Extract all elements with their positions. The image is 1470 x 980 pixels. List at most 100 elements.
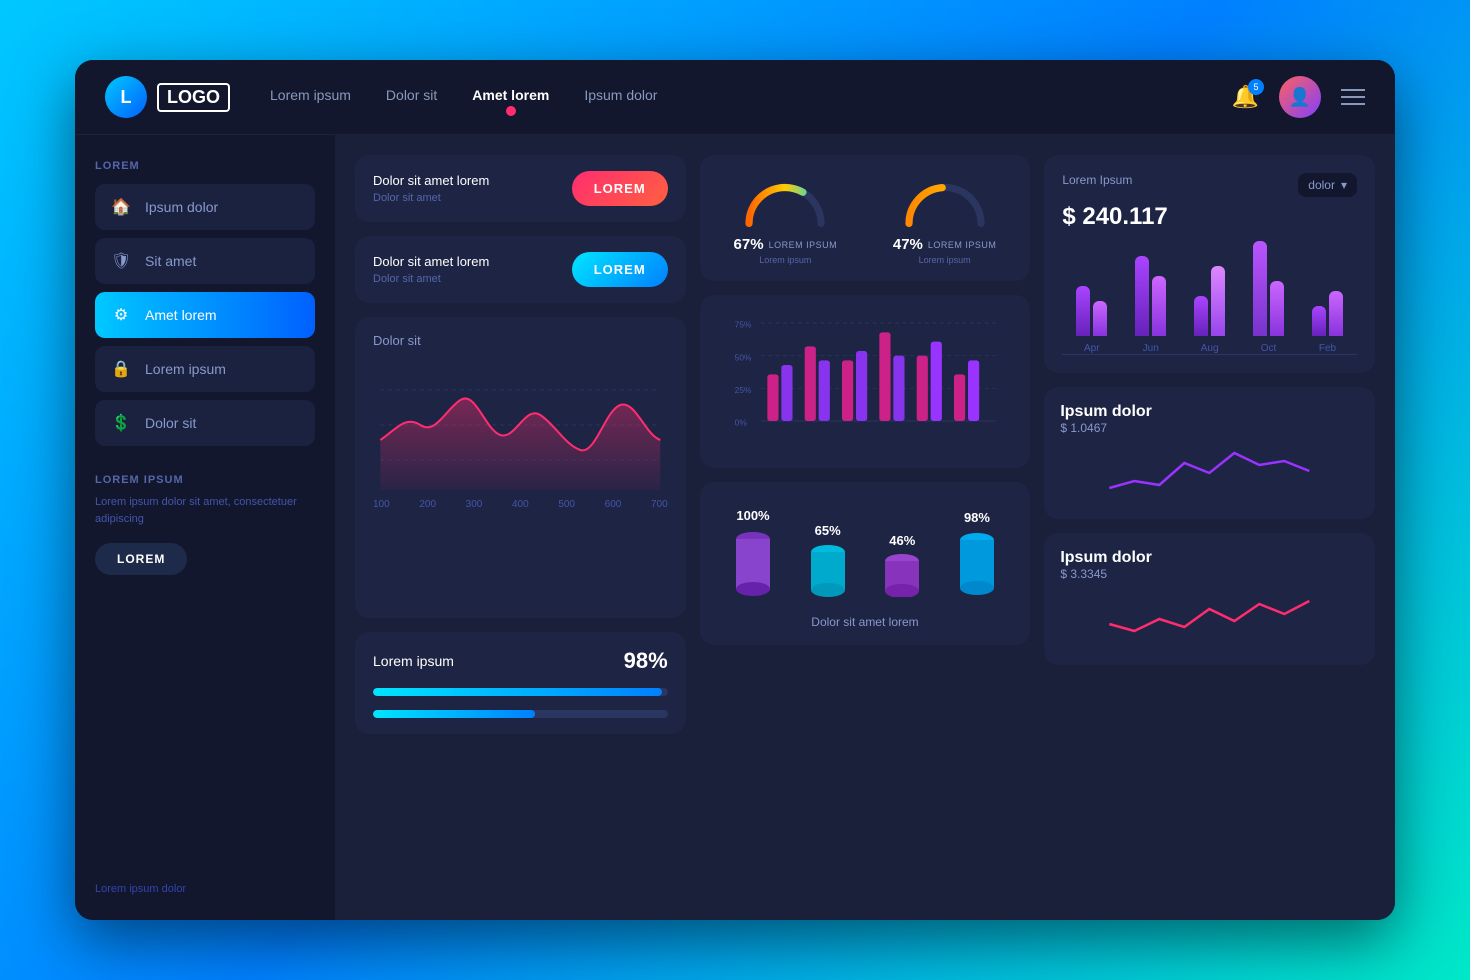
cylinder-item-1: 100%: [734, 508, 772, 597]
gear-icon: ⚙: [111, 305, 131, 325]
nav-link-dolor-sit[interactable]: Dolor sit: [386, 87, 437, 108]
sidebar-lower-desc: Lorem ipsum dolor sit amet, consectetuer…: [95, 494, 315, 527]
vbar-label-feb: Feb: [1319, 343, 1336, 354]
action-card-2-sub: Dolor sit amet: [373, 273, 489, 285]
gauge-card: 67% LOREM IPSUM Lorem ipsum: [700, 155, 1031, 281]
user-avatar[interactable]: 👤: [1279, 76, 1321, 118]
mini-line-header-1: Ipsum dolor $ 1.0467: [1060, 403, 1359, 435]
avatar-icon: 👤: [1289, 87, 1311, 108]
x-label-200: 200: [419, 499, 436, 510]
vbar-feb-1: [1312, 306, 1326, 336]
gauge-item-2: 47% LOREM IPSUM Lorem ipsum: [893, 171, 997, 265]
sidebar-item-dolor-sit[interactable]: 💲 Dolor sit: [95, 400, 315, 446]
column-1: Dolor sit amet lorem Dolor sit amet LORE…: [355, 155, 686, 734]
progress-card: Lorem ipsum 98%: [355, 632, 686, 734]
home-icon: 🏠: [111, 197, 131, 217]
cylinder-card-title: Dolor sit amet lorem: [716, 615, 1015, 629]
action-card-1: Dolor sit amet lorem Dolor sit amet LORE…: [355, 155, 686, 222]
vbar-label-oct: Oct: [1261, 343, 1277, 354]
sidebar-items: 🏠 Ipsum dolor 🛡 Sit amet ⚙ Amet lorem 🔒 …: [95, 184, 315, 446]
action-card-2-button[interactable]: LOREM: [572, 252, 668, 287]
mini-line-value-1: $ 1.0467: [1060, 421, 1359, 435]
cylinder-svg-3: [883, 552, 921, 597]
menu-line-3: [1341, 103, 1365, 105]
nav-link-lorem-ipsum[interactable]: Lorem ipsum: [270, 87, 351, 108]
cylinder-pct-4: 98%: [964, 510, 990, 525]
action-card-1-button[interactable]: LOREM: [572, 171, 668, 206]
logo-area: L LOGO: [105, 76, 230, 118]
sidebar-item-amet-lorem[interactable]: ⚙ Amet lorem: [95, 292, 315, 338]
nav-link-amet-lorem[interactable]: Amet lorem: [472, 87, 549, 108]
nav-links: Lorem ipsum Dolor sit Amet lorem Ipsum d…: [270, 87, 1232, 108]
progress-bar-1: [373, 688, 668, 696]
x-label-700: 700: [651, 499, 668, 510]
notification-bell[interactable]: 🔔 5: [1232, 84, 1259, 110]
cylinder-card: 100% 65%: [700, 482, 1031, 645]
x-label-300: 300: [466, 499, 483, 510]
gauge-2-label: LOREM IPSUM: [928, 240, 997, 250]
sidebar-item-lorem-ipsum[interactable]: 🔒 Lorem ipsum: [95, 346, 315, 392]
mini-line-title-1: Ipsum dolor: [1060, 403, 1359, 421]
progress-header: Lorem ipsum 98%: [373, 648, 668, 674]
bar-chart-svg: 75% 50% 25% 0%: [714, 309, 1017, 449]
gauge-svg-1: [740, 171, 830, 231]
sidebar-item-sit-amet[interactable]: 🛡 Sit amet: [95, 238, 315, 284]
gauge-1-sub: Lorem ipsum: [734, 255, 838, 265]
action-card-1-title: Dolor sit amet lorem: [373, 173, 489, 188]
sidebar-lower: LOREM IPSUM Lorem ipsum dolor sit amet, …: [95, 474, 315, 575]
menu-line-1: [1341, 89, 1365, 91]
progress-title: Lorem ipsum: [373, 653, 454, 669]
vbar-group-feb: Feb: [1312, 236, 1343, 354]
sidebar-item-label: Lorem ipsum: [145, 361, 226, 377]
progress-bar-fill-1: [373, 688, 662, 696]
progress-bar-2: [373, 710, 668, 718]
dollar-icon: 💲: [111, 413, 131, 433]
stats-value: $ 240.117: [1062, 203, 1357, 231]
shield-icon: 🛡: [111, 251, 131, 271]
line-chart-card: Dolor sit: [355, 317, 686, 618]
mini-line-header-2: Ipsum dolor $ 3.3345: [1060, 549, 1359, 581]
x-label-400: 400: [512, 499, 529, 510]
main-content: Dolor sit amet lorem Dolor sit amet LORE…: [335, 135, 1395, 920]
logo-text: LOGO: [157, 83, 230, 112]
sidebar-item-label: Amet lorem: [145, 307, 217, 323]
cylinder-item-4: 98%: [958, 510, 996, 597]
stats-card: Lorem Ipsum dolor ▾ $ 240.117: [1044, 155, 1375, 373]
cylinder-item-2: 65%: [809, 523, 847, 597]
vbar-label-aug: Aug: [1201, 343, 1219, 354]
x-label-100: 100: [373, 499, 390, 510]
chevron-down-icon: ▾: [1341, 178, 1347, 192]
x-label-600: 600: [605, 499, 622, 510]
action-card-2: Dolor sit amet lorem Dolor sit amet LORE…: [355, 236, 686, 303]
progress-bar-fill-2: [373, 710, 535, 718]
mini-line-value-2: $ 3.3345: [1060, 567, 1359, 581]
action-card-1-sub: Dolor sit amet: [373, 192, 489, 204]
gauge-1-label: LOREM IPSUM: [769, 240, 838, 250]
cylinder-pct-3: 46%: [889, 533, 915, 548]
cylinder-pct-1: 100%: [736, 508, 769, 523]
vertical-bar-chart: Apr Jun: [1062, 245, 1357, 355]
sidebar-lower-button[interactable]: LOREM: [95, 543, 187, 575]
cylinder-chart: 100% 65%: [716, 498, 1015, 607]
bar-chart-card: 75% 50% 25% 0%: [700, 295, 1031, 468]
line-chart-svg: [373, 360, 668, 490]
sidebar: LOREM 🏠 Ipsum dolor 🛡 Sit amet ⚙ Amet lo…: [75, 135, 335, 920]
header-right: 🔔 5 👤: [1232, 76, 1365, 118]
mini-line-svg-1: [1060, 443, 1359, 498]
action-card-2-title: Dolor sit amet lorem: [373, 254, 489, 269]
sidebar-item-ipsum-dolor[interactable]: 🏠 Ipsum dolor: [95, 184, 315, 230]
menu-line-2: [1341, 96, 1365, 98]
gauge-2-pct: 47%: [893, 236, 923, 253]
logo-circle: L: [105, 76, 147, 118]
vbar-apr-2: [1093, 301, 1107, 336]
svg-text:75%: 75%: [734, 320, 751, 330]
line-chart-x-labels: 100 200 300 400 500 600 700: [373, 495, 668, 510]
menu-button[interactable]: [1341, 89, 1365, 105]
nav-link-ipsum-dolor[interactable]: Ipsum dolor: [584, 87, 657, 108]
stats-header: Lorem Ipsum dolor ▾: [1062, 173, 1357, 197]
app-window: L LOGO Lorem ipsum Dolor sit Amet lorem …: [75, 60, 1395, 920]
vbar-jun-1: [1135, 256, 1149, 336]
stats-dropdown[interactable]: dolor ▾: [1298, 173, 1357, 197]
sidebar-item-label: Ipsum dolor: [145, 199, 218, 215]
vbar-label-apr: Apr: [1084, 343, 1100, 354]
